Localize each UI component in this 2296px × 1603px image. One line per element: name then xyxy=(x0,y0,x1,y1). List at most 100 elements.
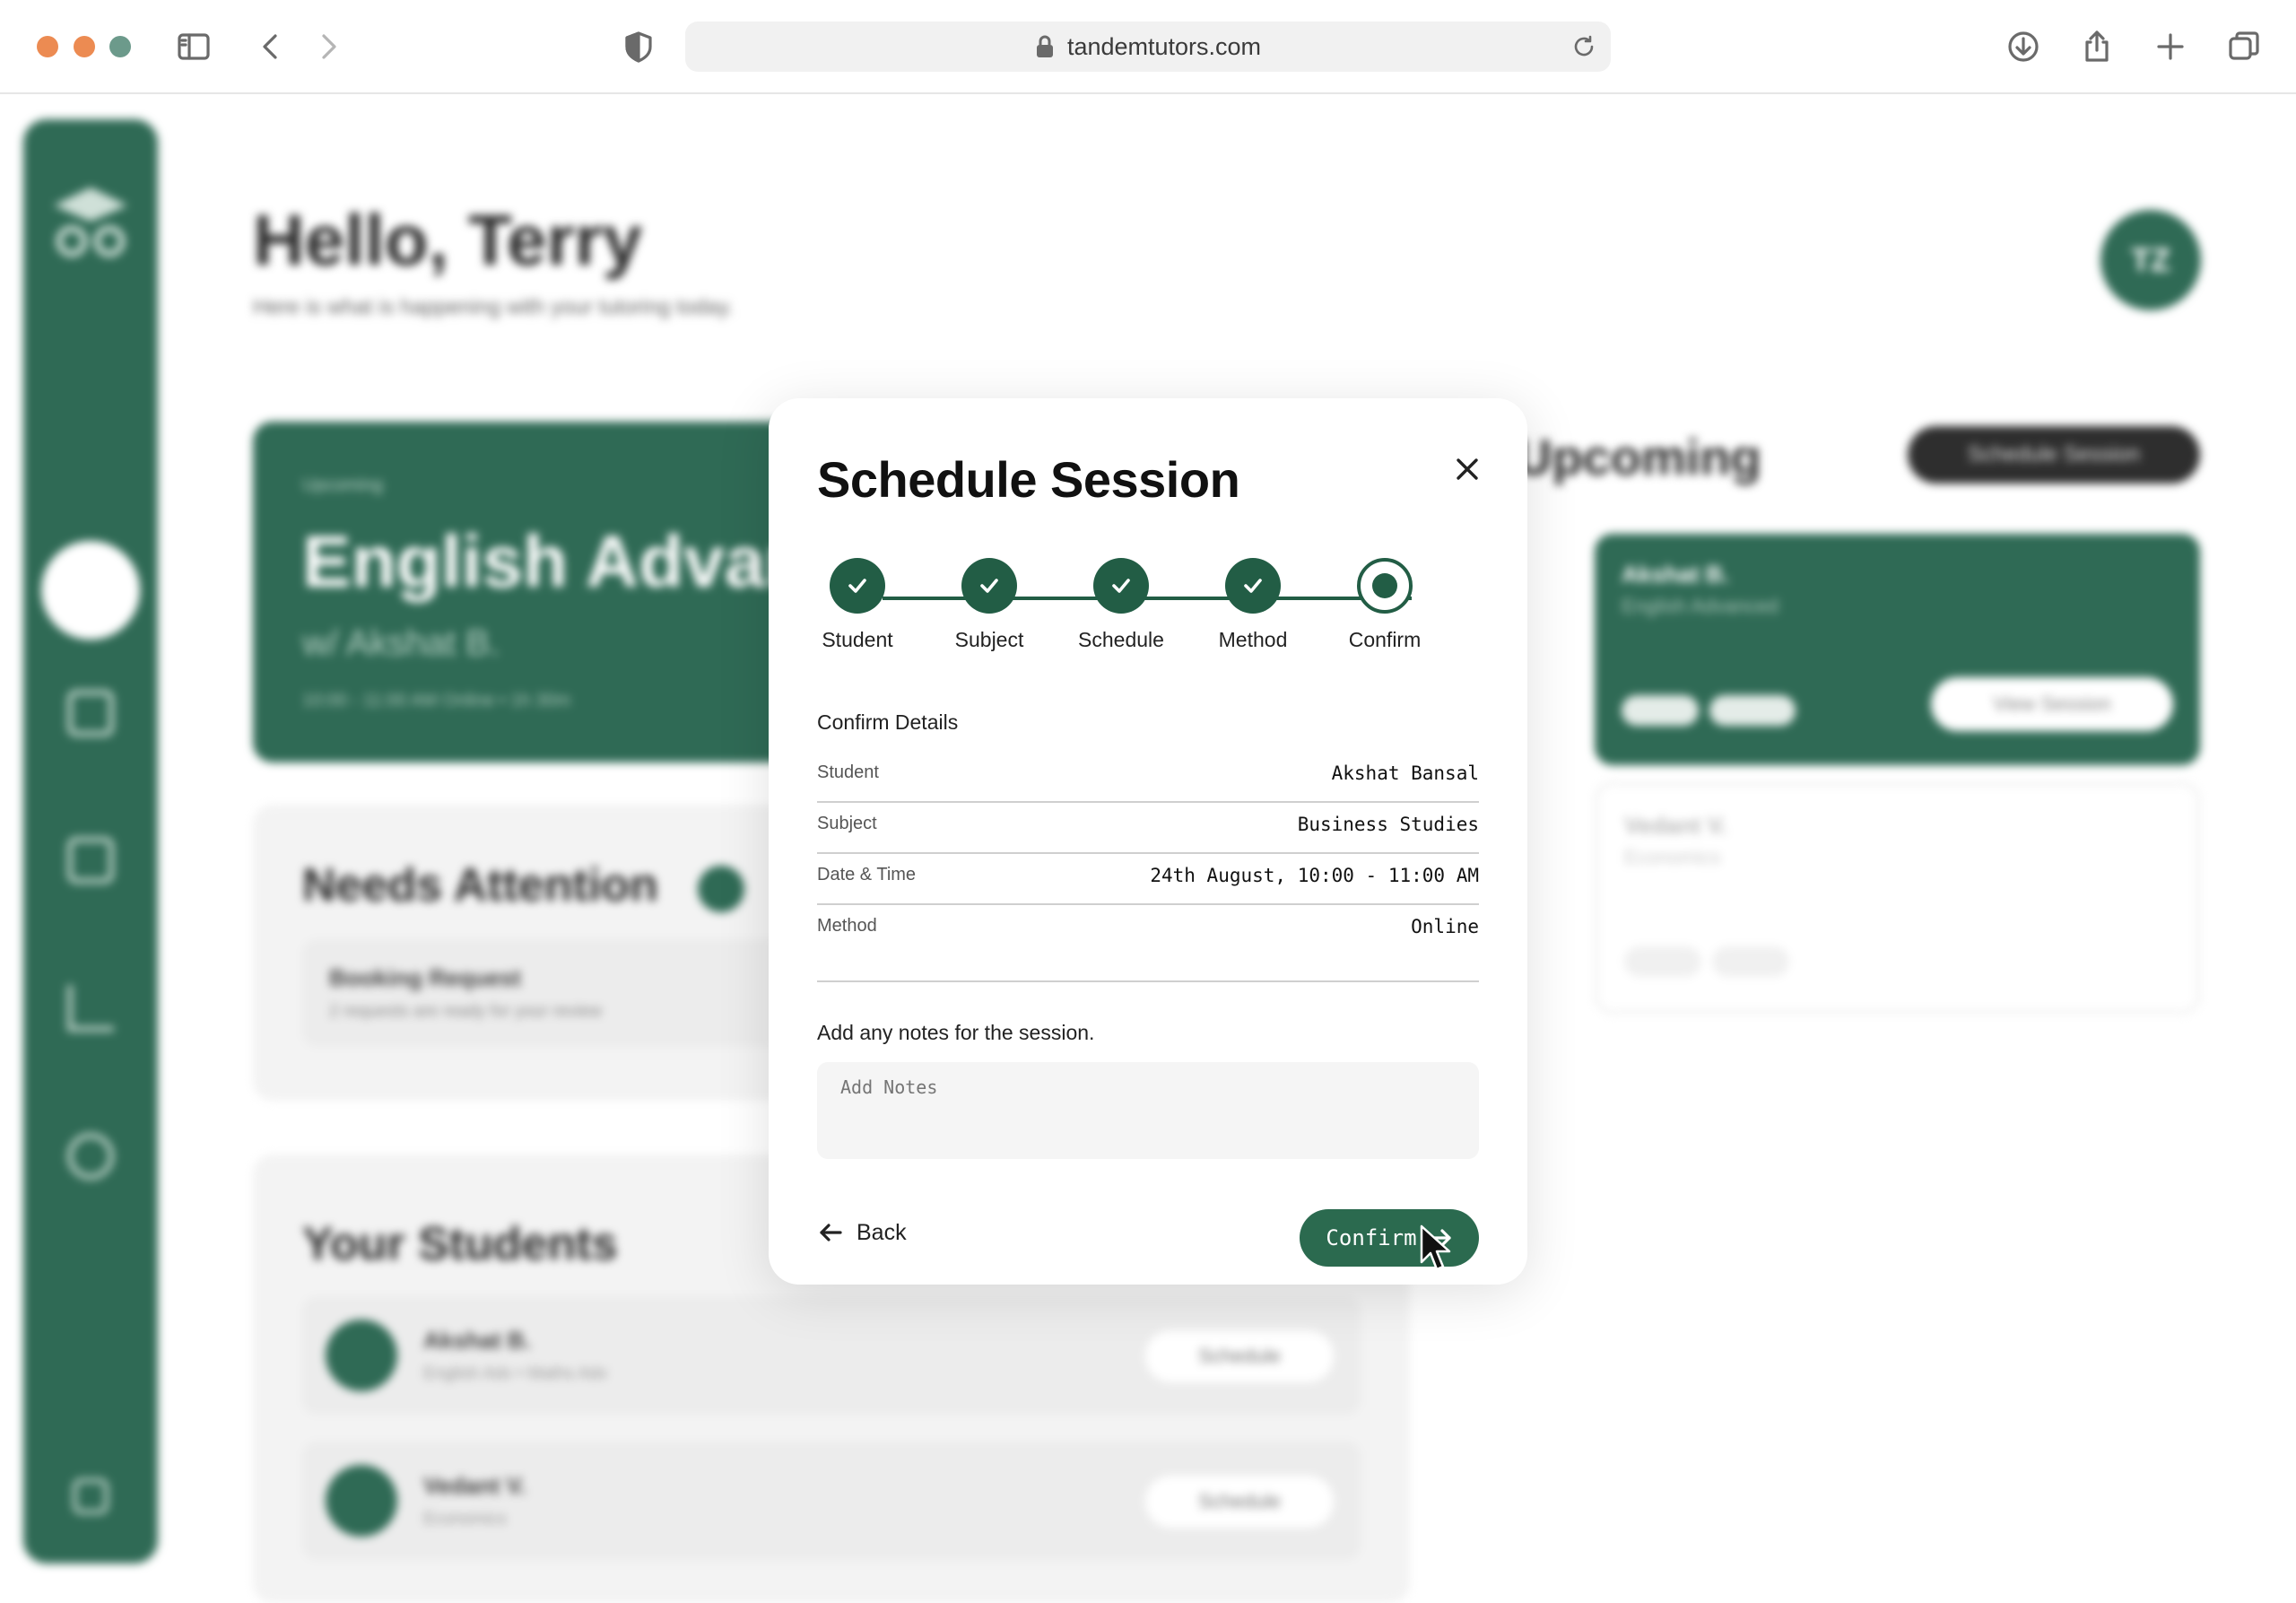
view-session-button[interactable]: View Session xyxy=(1931,677,2173,731)
detail-row-method: Method Online xyxy=(817,905,1479,982)
needs-attention-title: Needs Attention xyxy=(302,859,658,911)
sidebar xyxy=(23,119,158,1564)
step-confirm[interactable]: Confirm xyxy=(1331,558,1439,652)
duration-pill xyxy=(1624,946,1701,977)
zoom-window-button[interactable] xyxy=(109,36,131,57)
reload-icon[interactable] xyxy=(1571,34,1596,59)
needs-attention-badge xyxy=(698,866,744,912)
detail-row-student: Student Akshat Bansal xyxy=(817,752,1479,803)
notes-label: Add any notes for the session. xyxy=(817,1021,1095,1044)
confirm-label: Confirm xyxy=(1326,1225,1417,1250)
student-row[interactable]: Vedant V. Economics Schedule xyxy=(302,1442,1361,1560)
step-subject[interactable]: Subject xyxy=(935,558,1043,652)
privacy-shield-icon[interactable] xyxy=(617,25,660,68)
step-label: Schedule xyxy=(1078,628,1164,651)
student-name: Vedant V. xyxy=(423,1472,526,1499)
arrow-left-icon xyxy=(820,1224,842,1241)
close-window-button[interactable] xyxy=(37,36,58,57)
student-subjects: Economics xyxy=(423,1510,507,1529)
schedule-student-button[interactable]: Schedule xyxy=(1145,1330,1334,1382)
greeting: Hello, Terry xyxy=(253,200,643,280)
url-text: tandemtutors.com xyxy=(1066,32,1262,60)
booking-request-sub: 2 requests are ready for your review xyxy=(329,1002,603,1021)
time-pill xyxy=(1712,946,1789,977)
upcoming-session-card[interactable]: Akshat B. English Advanced View Session xyxy=(1595,534,2200,765)
lock-icon xyxy=(1036,35,1053,57)
schedule-student-button[interactable]: Schedule xyxy=(1145,1476,1334,1528)
step-label: Subject xyxy=(954,628,1024,651)
step-method[interactable]: Method xyxy=(1199,558,1307,652)
graduation-cap-logo-icon xyxy=(54,187,127,257)
step-label: Student xyxy=(822,628,893,651)
mouse-pointer-icon xyxy=(1420,1224,1451,1271)
schedule-session-button[interactable]: Schedule Session xyxy=(1908,426,2200,484)
back-label: Back xyxy=(857,1219,907,1245)
detail-value: Business Studies xyxy=(1297,814,1479,835)
step-student[interactable]: Student xyxy=(804,558,911,652)
avatar[interactable]: TZ xyxy=(2100,210,2201,310)
detail-label: Date & Time xyxy=(817,865,917,884)
sidebar-item-sessions[interactable] xyxy=(67,690,114,736)
notes-input[interactable] xyxy=(840,1076,1456,1145)
detail-value: Akshat Bansal xyxy=(1331,762,1479,784)
modal-title: Schedule Session xyxy=(817,451,1240,508)
detail-row-subject: Subject Business Studies xyxy=(817,803,1479,854)
booking-request-title: Booking Request xyxy=(329,964,521,991)
address-bar[interactable]: tandemtutors.com xyxy=(685,22,1611,72)
new-tab-icon[interactable] xyxy=(2149,25,2192,68)
schedule-session-modal: Schedule Session Student Subject Schedul… xyxy=(769,398,1527,1285)
detail-label: Student xyxy=(817,762,879,782)
download-icon[interactable] xyxy=(2002,25,2045,68)
detail-label: Subject xyxy=(817,814,877,833)
step-schedule[interactable]: Schedule xyxy=(1067,558,1175,652)
back-button[interactable]: Back xyxy=(817,1213,907,1252)
detail-row-datetime: Date & Time 24th August, 10:00 - 11:00 A… xyxy=(817,854,1479,905)
time-pill xyxy=(1709,695,1796,726)
progress-stepper: Student Subject Schedule Method Confirm xyxy=(817,558,1479,666)
notes-field-container xyxy=(817,1062,1479,1159)
upcoming-student-name: Vedant V. xyxy=(1624,812,1727,839)
greeting-subtitle: Here is what is happening with your tuto… xyxy=(253,295,734,319)
hero-subtitle: w/ Akshat B. xyxy=(302,623,500,663)
browser-toolbar: tandemtutors.com xyxy=(0,0,2296,94)
step-label: Method xyxy=(1218,628,1288,651)
hero-tag: Upcoming xyxy=(302,475,384,495)
detail-value: 24th August, 10:00 - 11:00 AM xyxy=(1150,865,1479,886)
close-icon xyxy=(1457,458,1478,480)
step-current-icon xyxy=(1357,558,1413,614)
step-done-icon xyxy=(1225,558,1281,614)
sidebar-item-logout[interactable] xyxy=(73,1478,109,1514)
tab-overview-icon[interactable] xyxy=(2222,25,2266,68)
forward-nav-icon[interactable] xyxy=(307,25,350,68)
upcoming-subject: English Advanced xyxy=(1622,595,1779,617)
student-avatar xyxy=(326,1465,397,1537)
step-done-icon xyxy=(1093,558,1149,614)
confirm-details-heading: Confirm Details xyxy=(817,710,959,734)
upcoming-student-name: Akshat B. xyxy=(1622,561,1729,588)
sidebar-item-calendar[interactable] xyxy=(67,837,114,884)
back-nav-icon[interactable] xyxy=(249,25,292,68)
hero-meta: 10:00 - 11:00 AM Online • 1h 30m xyxy=(302,691,571,710)
upcoming-subject: Economics xyxy=(1624,846,1721,868)
step-done-icon xyxy=(961,558,1017,614)
confirm-button[interactable]: Confirm xyxy=(1300,1209,1479,1267)
student-avatar xyxy=(326,1320,397,1391)
duration-pill xyxy=(1622,695,1699,726)
student-name: Akshat B. xyxy=(423,1327,531,1354)
sidebar-toggle-icon[interactable] xyxy=(172,25,215,68)
sidebar-item-dashboard[interactable] xyxy=(41,541,140,640)
sidebar-item-settings[interactable] xyxy=(67,1133,114,1180)
upcoming-session-card[interactable]: Vedant V. Economics xyxy=(1595,782,2200,1014)
upcoming-title: Upcoming xyxy=(1516,429,1761,485)
students-title: Your Students xyxy=(302,1218,618,1270)
share-icon[interactable] xyxy=(2075,25,2118,68)
step-label: Confirm xyxy=(1348,628,1422,651)
sidebar-item-analytics[interactable] xyxy=(67,985,114,1032)
minimize-window-button[interactable] xyxy=(74,36,95,57)
student-row[interactable]: Akshat B. English Adv • Maths Adv Schedu… xyxy=(302,1296,1361,1415)
student-subjects: English Adv • Maths Adv xyxy=(423,1364,608,1383)
step-done-icon xyxy=(830,558,885,614)
detail-value: Online xyxy=(1411,916,1479,937)
detail-label: Method xyxy=(817,916,877,936)
close-modal-button[interactable] xyxy=(1443,445,1492,493)
